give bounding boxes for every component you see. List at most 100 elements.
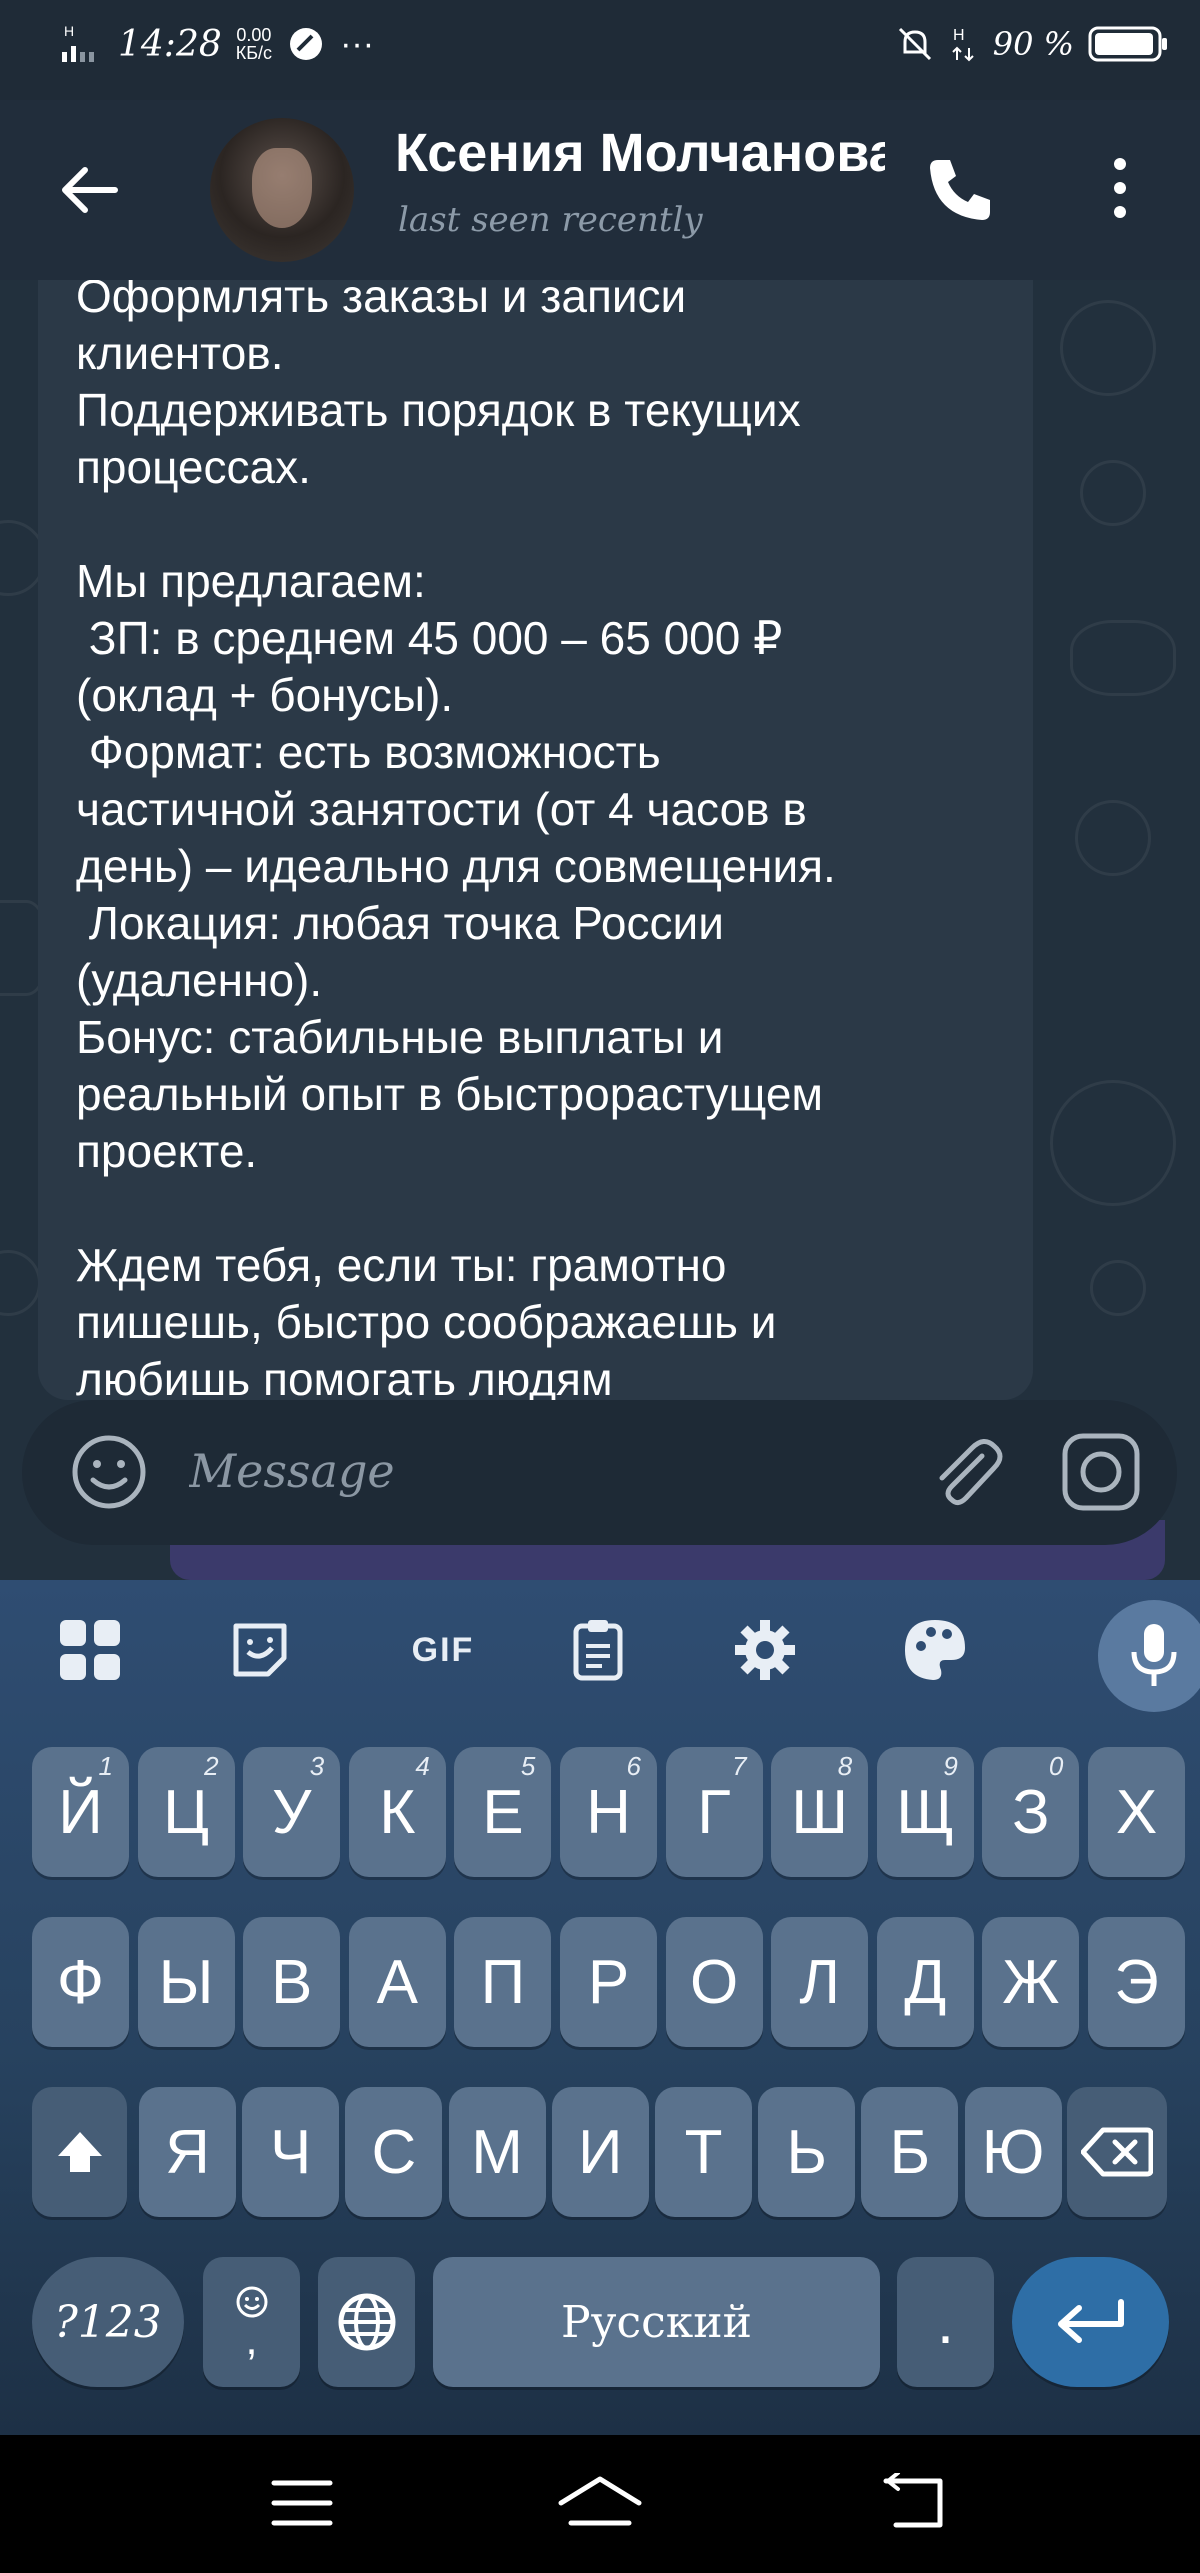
sticker-icon[interactable] — [220, 1610, 300, 1690]
microphone-icon — [1131, 1624, 1177, 1686]
microphone-button[interactable] — [1098, 1600, 1200, 1712]
comma-label: , — [245, 2315, 258, 2364]
key-row3-1[interactable]: Ч — [242, 2087, 340, 2217]
message-composer — [22, 1400, 1177, 1545]
grid-icon[interactable] — [50, 1610, 130, 1690]
battery-icon — [1088, 26, 1167, 62]
key-row2-4[interactable]: П — [454, 1917, 552, 2047]
key-hint: 7 — [732, 1751, 747, 1781]
key-hint: 8 — [837, 1751, 853, 1781]
key-row1-1[interactable]: Ц2 — [137, 1747, 235, 1877]
key-row2-6[interactable]: О — [665, 1917, 763, 2047]
key-row2-5[interactable]: Р — [560, 1917, 657, 2047]
svg-text:H: H — [953, 27, 965, 44]
key-row3-6[interactable]: Ь — [758, 2087, 856, 2217]
palette-icon[interactable] — [895, 1610, 975, 1690]
home-icon[interactable] — [555, 2473, 645, 2533]
keyboard-toolbar: GIF — [0, 1580, 1200, 1720]
system-navigation-bar — [0, 2435, 1200, 2573]
key-hint: 2 — [204, 1751, 219, 1781]
key-hint: 3 — [309, 1751, 325, 1781]
phone-icon[interactable] — [920, 150, 1000, 230]
key-row3-7[interactable]: Б — [861, 2087, 959, 2217]
key-row2-8[interactable]: Д — [876, 1917, 974, 2047]
key-row1-8[interactable]: Щ9 — [876, 1747, 974, 1877]
key-row2-2[interactable]: В — [243, 1917, 341, 2047]
key-row3-2[interactable]: С — [345, 2087, 443, 2217]
gif-button[interactable]: GIF — [388, 1610, 498, 1690]
key-hint: 0 — [1048, 1751, 1064, 1781]
message-text: Оформлять заказы и записи клиентов. Подд… — [76, 280, 836, 1400]
key-row2-9[interactable]: Ж — [982, 1917, 1080, 2047]
key-row2-1[interactable]: Ы — [137, 1917, 235, 2047]
key-row1-2[interactable]: У3 — [243, 1747, 341, 1877]
svg-text:H: H — [64, 23, 74, 39]
status-bar: H 14:28 0.00 КБ/с ··· H 90 % — [0, 0, 1200, 100]
key-row3-0[interactable]: Я — [139, 2087, 236, 2217]
message-bubble[interactable]: Оформлять заказы и записи клиентов. Подд… — [38, 280, 1033, 1400]
mute-icon — [898, 27, 931, 61]
key-row2-0[interactable]: Ф — [32, 1917, 129, 2047]
key-row3-4[interactable]: И — [551, 2087, 649, 2217]
contact-name[interactable]: Ксения Молчанова — [395, 122, 885, 192]
key-row3-8[interactable]: Ю — [964, 2087, 1062, 2217]
menu-icon[interactable] — [270, 2475, 334, 2531]
gear-icon[interactable] — [725, 1610, 805, 1690]
key-row1-7[interactable]: Ш8 — [771, 1747, 869, 1877]
key-label: Щ — [896, 1777, 955, 1847]
key-hint: 6 — [626, 1751, 641, 1781]
key-row2-7[interactable]: Л — [771, 1917, 869, 2047]
backspace-icon — [1081, 2127, 1153, 2177]
keyboard: GIF ?123 , Русский . Й 1 Ц 2 У 3 К 4 Е 5… — [0, 1580, 1200, 2435]
network-speed-value: 0.00 — [236, 25, 272, 45]
more-notifications-icon: ··· — [340, 24, 375, 63]
network-speed-unit: КБ/с — [235, 43, 273, 63]
emoji-icon[interactable] — [67, 1430, 151, 1514]
key-row1-10[interactable]: Х — [1088, 1747, 1185, 1877]
comma-key[interactable]: , — [203, 2257, 300, 2387]
key-row1-0[interactable]: Й1 — [32, 1747, 129, 1877]
camera-icon[interactable] — [1057, 1428, 1145, 1516]
key-label: Ц — [163, 1777, 210, 1847]
shift-key[interactable] — [32, 2087, 127, 2217]
period-key[interactable]: . — [897, 2257, 994, 2387]
paperclip-icon[interactable] — [922, 1428, 1010, 1516]
backspace-key[interactable] — [1067, 2087, 1167, 2217]
data-saver-icon — [290, 28, 323, 60]
battery-percent: 90 % — [992, 25, 1074, 63]
space-key[interactable]: Русский — [433, 2257, 880, 2387]
key-hint: 5 — [520, 1751, 536, 1781]
key-label: Е — [482, 1777, 524, 1847]
key-label: Н — [586, 1777, 631, 1847]
key-hint: 4 — [415, 1751, 430, 1781]
network-type-icon: H — [951, 27, 974, 62]
key-row2-3[interactable]: А — [348, 1917, 446, 2047]
more-vertical-icon[interactable] — [1100, 150, 1140, 230]
signal-icon: H — [62, 23, 94, 62]
back-icon[interactable] — [880, 2473, 950, 2533]
clock: 14:28 — [118, 23, 222, 65]
key-row3-5[interactable]: Т — [655, 2087, 752, 2217]
key-row2-10[interactable]: Э — [1088, 1917, 1185, 2047]
key-row1-5[interactable]: Н6 — [560, 1747, 657, 1877]
last-seen-status: last seen recently — [398, 200, 703, 240]
key-row1-4[interactable]: Е5 — [454, 1747, 552, 1877]
language-key[interactable] — [318, 2257, 415, 2387]
avatar[interactable] — [210, 118, 354, 262]
globe-icon — [338, 2293, 395, 2351]
enter-key[interactable] — [1012, 2257, 1169, 2387]
key-label: З — [1012, 1777, 1050, 1847]
back-arrow-icon[interactable] — [55, 155, 125, 225]
symbols-key[interactable]: ?123 — [32, 2257, 184, 2387]
clipboard-icon[interactable] — [558, 1610, 638, 1690]
message-input[interactable] — [187, 1440, 891, 1502]
key-label: Г — [697, 1777, 731, 1847]
key-row1-6[interactable]: Г7 — [665, 1747, 763, 1877]
key-row1-9[interactable]: З0 — [982, 1747, 1080, 1877]
key-label: Й — [58, 1777, 103, 1847]
key-label: Х — [1115, 1777, 1158, 1847]
key-row1-3[interactable]: К4 — [348, 1747, 446, 1877]
key-row3-3[interactable]: М — [448, 2087, 546, 2217]
shift-icon — [57, 2132, 102, 2172]
key-hint: 1 — [98, 1751, 113, 1781]
